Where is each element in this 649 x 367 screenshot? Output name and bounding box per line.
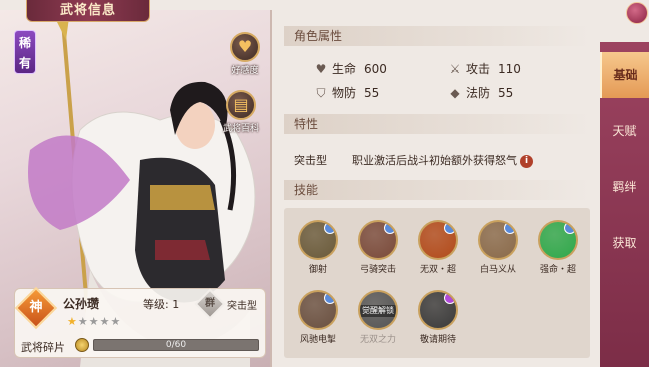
- stat-pdef: ⛉ 物防 55: [314, 84, 379, 101]
- window-title: 武将信息: [26, 0, 150, 22]
- skill-name: 御射: [308, 265, 327, 275]
- trait-description-text: 职业激活后战斗初始额外获得怒气: [352, 154, 517, 167]
- fragment-coin-icon: [75, 338, 89, 352]
- skill-tag-icon: [444, 222, 456, 234]
- heart-icon: ♥: [230, 32, 260, 62]
- stat-pdef-label: 物防: [332, 86, 357, 100]
- faction-label: 神: [29, 300, 43, 315]
- close-button[interactable]: [626, 2, 648, 24]
- skill-item[interactable]: 御射: [290, 220, 346, 275]
- skill-icon: [298, 290, 338, 330]
- skill-item[interactable]: 强命・超: [530, 220, 586, 275]
- skill-name: 弓骑突击: [359, 265, 396, 275]
- stat-hp-value: 600: [364, 62, 387, 76]
- hero-type: 突击型: [227, 301, 257, 312]
- skill-icon: 觉醒解锁: [358, 290, 398, 330]
- star-icon: ★: [110, 315, 122, 328]
- skill-tag-icon: [324, 222, 336, 234]
- skill-name: 强命・超: [539, 265, 576, 275]
- skill-name: 无双・超: [419, 265, 456, 275]
- skill-icon: [478, 220, 518, 260]
- hero-details-panel: 角色属性 ♥ 生命 600 ⚔ 攻击 110 ⛉ 物防 55 ◆ 法防 55 特性 突击型 职业…: [276, 16, 598, 361]
- magic-shield-icon: ◆: [450, 86, 460, 100]
- attributes-header: 角色属性: [284, 26, 590, 46]
- stat-attack-value: 110: [498, 62, 521, 76]
- skill-item[interactable]: 弓骑突击: [350, 220, 406, 275]
- side-tab-rail: 基础 天赋 羁绊 获取: [600, 42, 649, 367]
- skill-icon: [298, 220, 338, 260]
- star-rating: ★★★★★: [67, 315, 121, 328]
- star-icon: ★: [88, 315, 100, 328]
- skills-grid: 御射 弓骑突击 无双・超 白马义从 强命・超 风驰电掣 觉醒解锁 无双之力 敬请…: [284, 208, 590, 358]
- skill-item[interactable]: 风驰电掣: [290, 290, 346, 345]
- star-icon: ★: [67, 315, 78, 328]
- skill-item[interactable]: 敬请期待: [410, 290, 466, 345]
- trait-description: 职业激活后战斗初始额外获得怒气 i: [352, 152, 533, 168]
- hero-level: 等级: 1: [143, 298, 180, 311]
- skill-name: 敬请期待: [419, 335, 456, 345]
- stat-attack-label: 攻击: [466, 62, 491, 76]
- hero-name: 公孙瓒: [63, 297, 100, 311]
- skill-name: 风驰电掣: [299, 335, 336, 345]
- skill-tag-icon: [324, 292, 336, 304]
- tab-obtain[interactable]: 获取: [600, 220, 649, 266]
- skill-icon: [418, 220, 458, 260]
- heart-icon: ♥: [315, 62, 327, 76]
- stat-hp-label: 生命: [332, 62, 357, 76]
- skill-tag-icon: [384, 222, 396, 234]
- tab-bond[interactable]: 羁绊: [600, 164, 649, 210]
- stat-hp: ♥ 生命 600: [314, 60, 387, 77]
- skill-tag-icon: [444, 292, 456, 304]
- traits-header: 特性: [284, 114, 590, 134]
- tab-talent[interactable]: 天赋: [600, 108, 649, 154]
- shield-icon: ⛉: [316, 86, 326, 100]
- stat-attack: ⚔ 攻击 110: [448, 60, 521, 77]
- fragments-progress-text: 0/60: [165, 340, 187, 350]
- rarity-badge: 稀有: [14, 30, 36, 74]
- stat-mdef: ◆ 法防 55: [448, 84, 513, 101]
- type-badge-label: 群: [205, 298, 215, 309]
- stat-mdef-label: 法防: [466, 86, 491, 100]
- hero-info-card: 神 公孙瓒 等级: 1 群 突击型 ★★★★★ 武将碎片 0/60: [14, 286, 266, 358]
- book-icon: ▤: [226, 90, 256, 120]
- star-icon: ★: [99, 315, 111, 328]
- trait-type: 突击型: [294, 154, 327, 167]
- tab-basic[interactable]: 基础: [600, 52, 649, 98]
- skill-tag-icon: [564, 222, 576, 234]
- skill-name: 白马义从: [479, 265, 516, 275]
- skill-tag-icon: [504, 222, 516, 234]
- skill-icon: [418, 290, 458, 330]
- star-icon: ★: [77, 315, 89, 328]
- skills-header: 技能: [284, 180, 590, 200]
- skill-icon: [358, 220, 398, 260]
- encyclopedia-button[interactable]: ▤ 武将百科: [218, 90, 264, 134]
- affection-label: 好感度: [231, 66, 259, 76]
- hero-info-window: 武将信息 稀有 ♥ 好感度 ▤ 武将百科 神 公孙瓒 等级: 1 群 突击型 ★…: [0, 0, 649, 367]
- skill-item[interactable]: 白马义从: [470, 220, 526, 275]
- fragments-progress-bar: 0/60: [93, 339, 259, 351]
- skill-item[interactable]: 无双・超: [410, 220, 466, 275]
- stat-mdef-value: 55: [498, 86, 514, 100]
- encyclopedia-label: 武将百科: [222, 124, 259, 134]
- sword-icon: ⚔: [449, 62, 461, 76]
- fragments-label: 武将碎片: [21, 341, 65, 354]
- skill-item-locked[interactable]: 觉醒解锁 无双之力: [350, 290, 406, 345]
- skill-icon: [538, 220, 578, 260]
- skill-lock-overlay: 觉醒解锁: [360, 305, 396, 317]
- info-icon[interactable]: i: [520, 155, 533, 168]
- affection-button[interactable]: ♥ 好感度: [222, 32, 268, 76]
- stat-pdef-value: 55: [364, 86, 380, 100]
- skill-name: 无双之力: [359, 335, 396, 345]
